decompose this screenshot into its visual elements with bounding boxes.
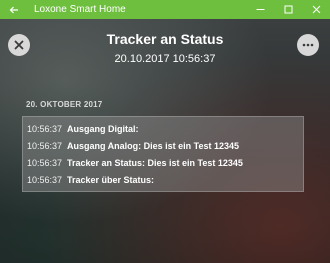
maximize-button[interactable] bbox=[274, 0, 302, 19]
more-dots-icon bbox=[302, 43, 314, 47]
log-entry: 10:56:37 Tracker an Status: Dies ist ein… bbox=[23, 154, 303, 171]
page-title: Tracker an Status bbox=[106, 31, 224, 47]
log-entry: 10:56:37 Ausgang Analog: Dies ist ein Te… bbox=[23, 137, 303, 154]
log-entry-message: Ausgang Analog: Dies ist ein Test 12345 bbox=[67, 140, 240, 151]
log-entry-message: Ausgang Digital: bbox=[67, 123, 139, 134]
log-entry-time: 10:56:37 bbox=[27, 157, 63, 168]
window-close-button[interactable] bbox=[302, 0, 330, 19]
log-entry: 10:56:37 Ausgang Digital: bbox=[23, 120, 303, 137]
minimize-icon bbox=[256, 9, 264, 10]
log-entry-time: 10:56:37 bbox=[27, 123, 63, 134]
app-title: Loxone Smart Home bbox=[34, 4, 126, 15]
log-entry-time: 10:56:37 bbox=[27, 174, 63, 185]
back-button[interactable] bbox=[0, 0, 28, 19]
close-icon bbox=[312, 5, 320, 14]
log-entry: 10:56:37 Tracker über Status: bbox=[23, 171, 303, 188]
arrow-left-icon bbox=[9, 6, 18, 13]
log-list: 10:56:37 Ausgang Digital: 10:56:37 Ausga… bbox=[22, 116, 304, 192]
log-date-label: 20. OKTOBER 2017 bbox=[26, 100, 103, 109]
window-controls bbox=[246, 0, 330, 19]
page-datetime: 20.10.2017 10:56:37 bbox=[114, 53, 216, 65]
maximize-icon bbox=[284, 5, 292, 14]
minimize-button[interactable] bbox=[246, 0, 274, 19]
app-window: Loxone Smart Home Tracker an Status 20.1… bbox=[0, 0, 330, 263]
content-area: Tracker an Status 20.10.2017 10:56:37 20… bbox=[0, 19, 330, 263]
more-button[interactable] bbox=[297, 34, 319, 56]
title-bar: Loxone Smart Home bbox=[0, 0, 330, 19]
log-entry-time: 10:56:37 bbox=[27, 140, 63, 151]
log-entry-message: Tracker über Status: bbox=[67, 174, 155, 185]
log-entry-message: Tracker an Status: Dies ist ein Test 123… bbox=[67, 157, 243, 168]
